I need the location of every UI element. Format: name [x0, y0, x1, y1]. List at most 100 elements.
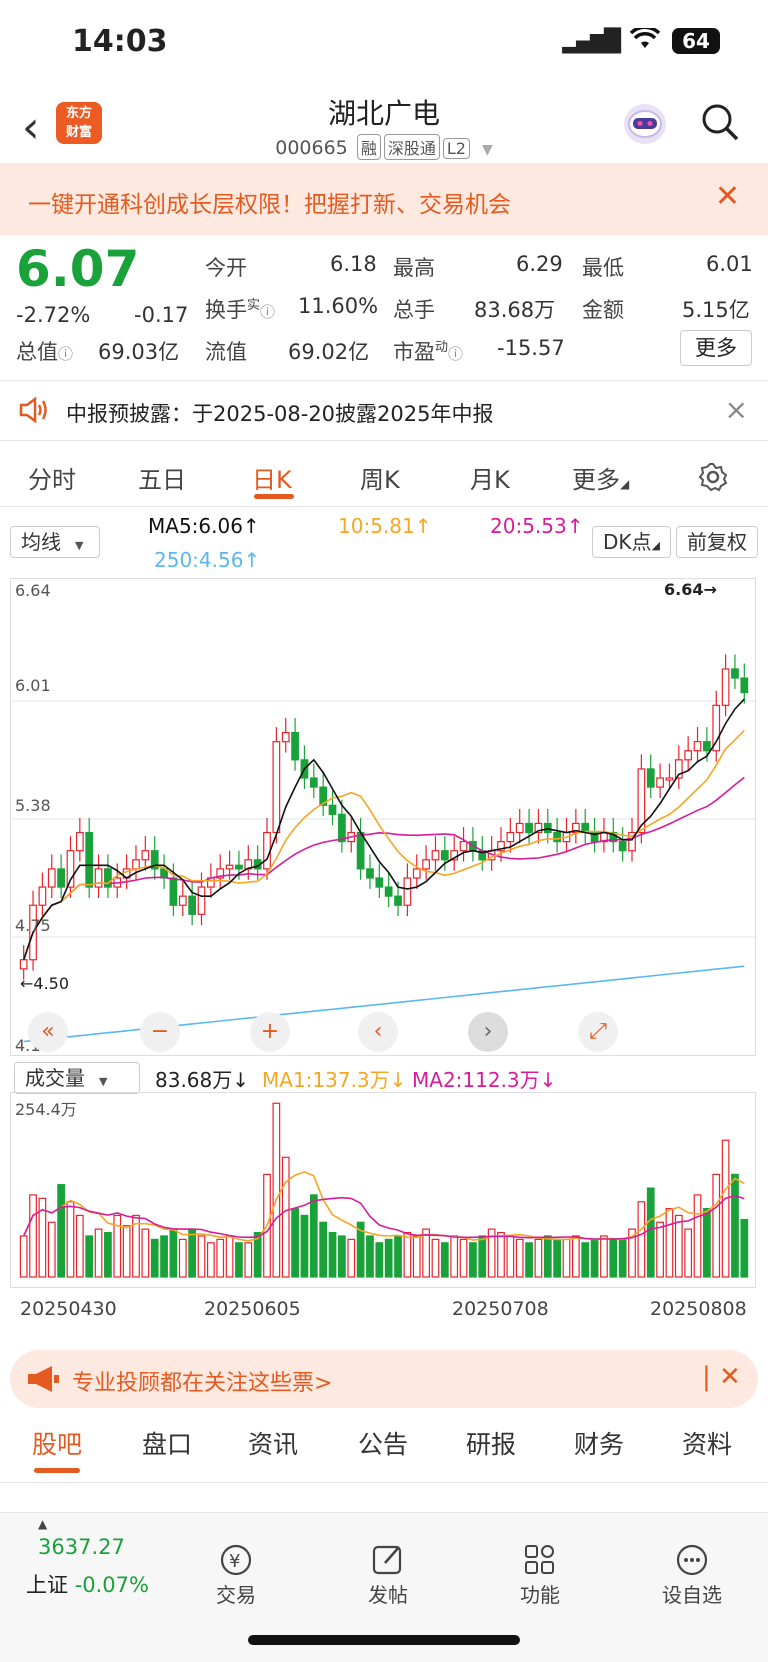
tab-five-day[interactable]: 五日: [138, 460, 186, 495]
volume-bar: [104, 1231, 112, 1278]
volume-bar: [450, 1235, 459, 1278]
add-watchlist-button[interactable]: 设自选: [632, 1543, 752, 1608]
scroll-right-icon[interactable]: ›: [468, 1012, 508, 1052]
tab-monthly-k[interactable]: 月K: [470, 460, 510, 495]
adjust-button[interactable]: 前复权: [676, 526, 758, 558]
tab-research[interactable]: 研报: [466, 1425, 516, 1461]
date-label: 20250708: [452, 1298, 549, 1320]
divider: [0, 440, 768, 441]
mcap-label[interactable]: 总值ⓘ: [16, 336, 73, 366]
candle-body: [178, 895, 187, 906]
period-tabs: 分时 五日 日K 周K 月K 更多◢: [0, 460, 768, 510]
turnover-label[interactable]: 换手实ⓘ: [205, 294, 275, 324]
index-value[interactable]: 3637.27: [38, 1535, 125, 1559]
zoom-out-icon[interactable]: −: [140, 1012, 180, 1052]
volume-bar: [384, 1238, 393, 1278]
advisor-banner[interactable]: 专业投顾都在关注这些票> | ✕: [10, 1350, 758, 1408]
trade-icon: ¥: [176, 1543, 296, 1579]
trade-button[interactable]: ¥ 交易: [176, 1543, 296, 1608]
candle-body: [281, 731, 290, 743]
functions-button[interactable]: 功能: [480, 1543, 600, 1608]
volume-value: 83.68万: [474, 298, 556, 322]
candle-body: [235, 864, 243, 870]
tab-profile[interactable]: 资料: [682, 1425, 732, 1461]
low-label: 最低: [582, 256, 624, 280]
wifi-icon: [629, 25, 661, 54]
pe-value: -15.57: [497, 336, 565, 360]
candle-body: [197, 886, 206, 915]
candle-body: [375, 877, 384, 888]
open-label: 今开: [205, 256, 247, 280]
pe-label[interactable]: 市盈动ⓘ: [393, 336, 463, 366]
tab-news[interactable]: 资讯: [248, 1425, 298, 1461]
candle-body: [291, 731, 299, 761]
tab-finance[interactable]: 财务: [574, 1425, 624, 1461]
volume-bar: [347, 1238, 356, 1278]
candle-body: [721, 668, 730, 706]
candle-body: [740, 677, 749, 694]
tag-connect: 深股通: [383, 134, 440, 160]
volume-bar: [506, 1235, 515, 1278]
volume-ma2: MA2:112.3万↓: [412, 1068, 557, 1092]
close-icon[interactable]: ✕: [715, 179, 740, 214]
volume-bar: [272, 1102, 281, 1278]
candle-body: [94, 868, 103, 888]
search-icon[interactable]: [700, 102, 740, 146]
post-button[interactable]: 发帖: [328, 1543, 448, 1608]
zoom-in-icon[interactable]: +: [250, 1012, 290, 1052]
close-icon[interactable]: ×: [725, 393, 748, 426]
volume-bar: [328, 1231, 337, 1278]
volume-indicator-select[interactable]: 成交量 ▼: [14, 1062, 140, 1094]
volume-bar: [721, 1139, 730, 1278]
divider: [0, 1482, 768, 1483]
candle-body: [384, 886, 393, 897]
dk-point-button[interactable]: DK点◢: [592, 526, 671, 558]
candle-body: [506, 831, 515, 843]
tab-more[interactable]: 更多◢: [572, 460, 629, 495]
tag-level2: L2: [442, 138, 470, 159]
volume-value: 83.68万↓: [155, 1068, 250, 1092]
y-label: 4.75: [15, 916, 51, 935]
tab-intraday[interactable]: 分时: [28, 460, 76, 495]
volume-bar: [66, 1201, 75, 1278]
more-button[interactable]: 更多: [680, 330, 752, 366]
assistant-robot-icon[interactable]: [624, 104, 666, 144]
notice-text[interactable]: 中报预披露：于2025-08-20披露2025年中报: [66, 398, 493, 428]
tab-orderbook[interactable]: 盘口: [142, 1425, 192, 1461]
volume-bar: [440, 1242, 449, 1278]
candle-body: [684, 750, 693, 761]
caret-icon: ◢: [651, 539, 660, 552]
signal-icon: ▂▄▆█: [562, 28, 621, 54]
candle-body: [132, 859, 140, 870]
stock-code: 000665: [275, 137, 348, 159]
indicator-select[interactable]: 均线 ▼: [10, 526, 100, 558]
scroll-left-icon[interactable]: ‹: [358, 1012, 398, 1052]
candle-body: [618, 841, 627, 852]
volume-chart-frame: [10, 1092, 756, 1288]
float-label: 流值: [205, 340, 247, 364]
volume-bar: [85, 1235, 94, 1278]
tab-announcements[interactable]: 公告: [358, 1425, 408, 1461]
scroll-left-far-icon[interactable]: «: [28, 1012, 68, 1052]
ma20-line: [22, 776, 745, 961]
fullscreen-icon[interactable]: ⤢: [578, 1012, 618, 1052]
info-icon: ⓘ: [58, 345, 74, 363]
home-indicator: [248, 1635, 520, 1645]
tab-weekly-k[interactable]: 周K: [360, 460, 400, 495]
volume-bar: [534, 1238, 543, 1278]
volume-bar: [281, 1156, 290, 1278]
y-label-max: 6.64: [15, 581, 51, 600]
volume-bar: [319, 1221, 328, 1278]
volume-bar: [553, 1238, 562, 1278]
settings-gear-icon[interactable]: [698, 462, 728, 498]
tab-daily-k[interactable]: 日K: [252, 460, 292, 495]
kline-chart[interactable]: [11, 579, 757, 1057]
volume-bar: [618, 1238, 627, 1278]
index-row[interactable]: 上证 -0.07%: [26, 1569, 149, 1599]
tab-forum[interactable]: 股吧: [32, 1425, 82, 1461]
promo-banner[interactable]: 一键开通科创成长层权限！把握打新、交易机会 ✕: [0, 163, 768, 235]
advisor-text: 专业投顾都在关注这些票>: [72, 1371, 333, 1396]
volume-chart[interactable]: [11, 1093, 757, 1289]
volume-bar: [497, 1231, 505, 1278]
close-icon[interactable]: | ✕: [702, 1362, 741, 1392]
